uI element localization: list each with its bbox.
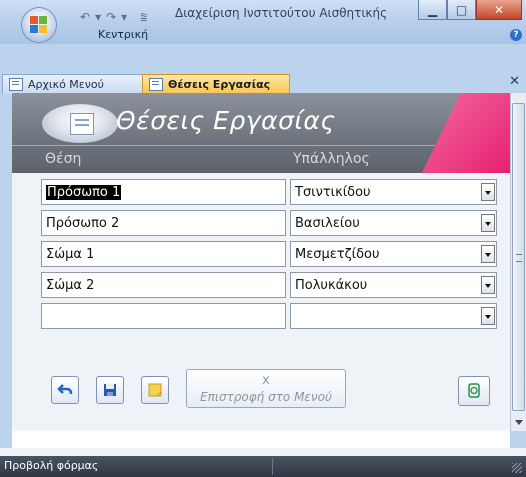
delete-button[interactable] <box>458 376 490 406</box>
save-button[interactable] <box>96 376 124 404</box>
maximize-button[interactable]: □ <box>447 0 476 20</box>
office-logo-icon <box>30 16 48 34</box>
office-button[interactable] <box>22 8 56 42</box>
form-header: Θέσεις Εργασίας Θέση Υπάλληλος <box>12 93 510 173</box>
dropdown-icon[interactable]: ▾ <box>121 10 127 24</box>
employee-value: Πολυκάκου <box>295 278 368 293</box>
form-icon <box>9 78 23 91</box>
table-row: Πρόσωπο 2 Βασιλείου <box>12 210 510 238</box>
form-title: Θέσεις Εργασίας <box>116 106 336 135</box>
table-row: Πρόσωπο 1 Τσιντικίδου <box>12 179 510 207</box>
chevron-down-icon[interactable] <box>481 276 495 294</box>
table-row: Σώμα 2 Πολυκάκου <box>12 272 510 300</box>
undo-button[interactable] <box>51 376 79 404</box>
employee-value: Βασιλείου <box>295 216 360 231</box>
employee-combobox[interactable]: Βασιλείου <box>290 210 497 236</box>
form-logo-icon <box>42 104 118 143</box>
undo-icon <box>57 384 73 395</box>
title-bar: ↶ ▾ ↷ ▾ ⩰ Διαχείριση Ινστιτούτου Αισθητι… <box>0 0 526 44</box>
table-row: Σώμα 1 Μεσμετζίδου <box>12 241 510 269</box>
undo-icon[interactable]: ↶ <box>80 10 90 24</box>
access-window: ↶ ▾ ↷ ▾ ⩰ Διαχείριση Ινστιτούτου Αισθητι… <box>0 0 526 477</box>
scroll-down-arrow-icon[interactable] <box>515 420 523 425</box>
header-accent <box>422 93 510 173</box>
return-to-menu-button[interactable]: x Επιστροφή στο Μενού <box>186 369 346 408</box>
tab-label: Αρχικό Μενού <box>28 78 104 91</box>
recycle-bin-icon <box>468 383 480 398</box>
vertical-scrollbar[interactable] <box>510 93 526 431</box>
employee-value: Μεσμετζίδου <box>295 247 380 262</box>
position-value: Πρόσωπο 1 <box>46 185 122 200</box>
scrollbar-thumb[interactable] <box>512 103 525 411</box>
form-icon <box>149 78 163 91</box>
status-bar: Προβολή φόρμας <box>0 456 526 477</box>
redo-icon[interactable]: ↷ <box>106 10 116 24</box>
employee-combobox[interactable] <box>290 303 497 329</box>
chevron-down-icon[interactable] <box>481 245 495 263</box>
table-row-new <box>12 303 510 331</box>
resize-grip-icon[interactable] <box>512 463 522 473</box>
status-divider <box>272 458 273 475</box>
tab-work-positions[interactable]: Θέσεις Εργασίας <box>142 74 290 94</box>
customize-icon[interactable]: ⩰ <box>140 10 147 25</box>
tab-main-menu[interactable]: Αρχικό Μενού <box>2 74 152 94</box>
position-field[interactable] <box>41 303 286 329</box>
dropdown-icon[interactable]: ▾ <box>95 10 101 24</box>
tab-label: Θέσεις Εργασίας <box>168 78 271 91</box>
position-field[interactable]: Πρόσωπο 1 <box>41 179 286 205</box>
close-button[interactable]: ✕ <box>476 0 522 20</box>
help-icon[interactable]: ? <box>510 29 522 41</box>
employee-combobox[interactable]: Τσιντικίδου <box>290 179 497 205</box>
minimize-button[interactable]: ▁ <box>418 0 447 20</box>
window-controls: ▁ □ ✕ <box>418 0 522 20</box>
new-record-icon <box>148 383 162 397</box>
position-field[interactable]: Πρόσωπο 2 <box>41 210 286 236</box>
employee-value: Τσιντικίδου <box>295 185 371 200</box>
column-header-employee: Υπάλληλος <box>293 151 370 167</box>
return-to-menu-label: Επιστροφή στο Μενού <box>200 390 332 404</box>
quick-access-toolbar: ↶ ▾ ↷ ▾ ⩰ <box>80 8 147 26</box>
close-document-icon[interactable]: ✕ <box>509 74 520 89</box>
ribbon-tab-home[interactable]: Κεντρική <box>98 28 148 41</box>
save-icon <box>104 384 116 396</box>
chevron-down-icon[interactable] <box>481 307 495 325</box>
column-header-position: Θέση <box>45 151 82 167</box>
position-field[interactable]: Σώμα 1 <box>41 241 286 267</box>
status-view-label: Προβολή φόρμας <box>4 459 99 472</box>
new-record-button[interactable] <box>141 376 169 404</box>
employee-combobox[interactable]: Πολυκάκου <box>290 272 497 298</box>
chevron-down-icon[interactable] <box>481 183 495 201</box>
close-icon: x <box>262 373 270 388</box>
position-field[interactable]: Σώμα 2 <box>41 272 286 298</box>
employee-combobox[interactable]: Μεσμετζίδου <box>290 241 497 267</box>
window-title: Διαχείριση Ινστιτούτου Αισθητικής <box>175 6 388 20</box>
chevron-down-icon[interactable] <box>481 214 495 232</box>
